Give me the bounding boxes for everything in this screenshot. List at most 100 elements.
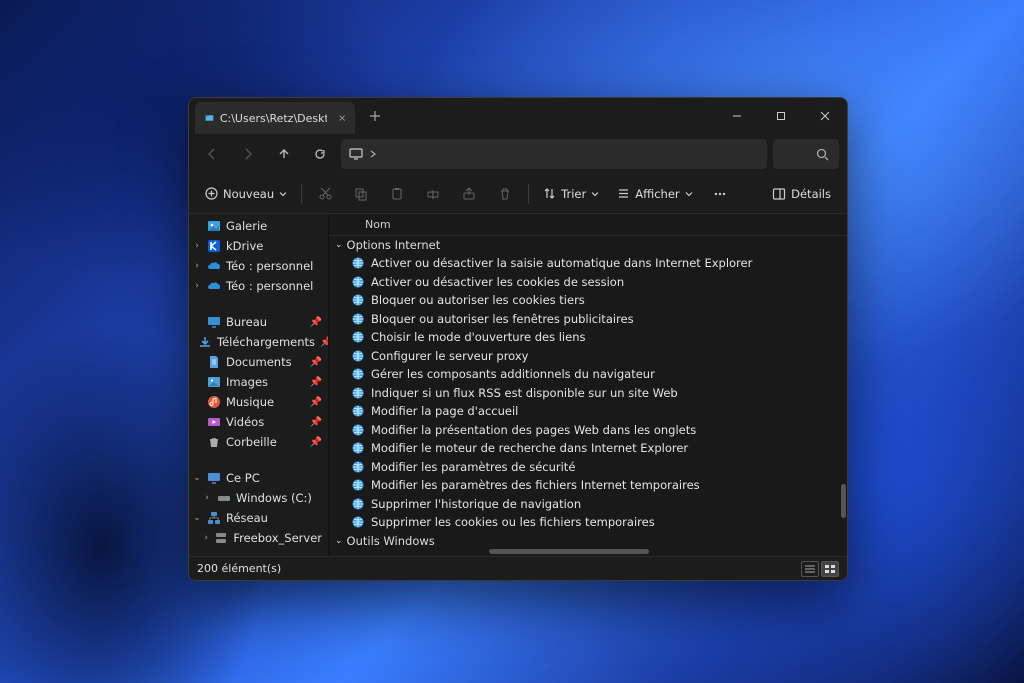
refresh-button[interactable] [305,139,335,169]
sidebar-item-teo-1[interactable]: ›Téo : personnel [189,256,328,276]
view-list-button[interactable] [801,561,819,577]
sidebar-item-downloads[interactable]: Téléchargements📌 [189,332,328,352]
chevron-right-icon [369,150,377,158]
list-item[interactable]: Choisir le mode d'ouverture des liens [329,328,847,347]
sidebar-item-documents[interactable]: Documents📌 [189,352,328,372]
internet-options-icon [351,256,365,270]
list-item[interactable]: Activer ou désactiver les cookies de ses… [329,273,847,292]
download-icon [198,335,212,349]
search-icon [816,148,829,161]
new-tab-button[interactable] [361,102,389,130]
list-item[interactable]: Supprimer l'historique de navigation [329,495,847,514]
sidebar-item-drive-c[interactable]: ›Windows (C:) [189,488,328,508]
group-header[interactable]: ⌄Outils Windows [329,532,847,549]
view-grid-button[interactable] [821,561,839,577]
vertical-scrollbar-thumb[interactable] [841,484,846,518]
delete-button[interactable] [488,179,522,209]
sidebar-item-videos[interactable]: Vidéos📌 [189,412,328,432]
active-tab[interactable]: C:\Users\Retz\Desktop\GodM… [195,102,355,134]
sidebar-item-desktop[interactable]: Bureau📌 [189,312,328,332]
sidebar-item-gallery[interactable]: Galerie [189,216,328,236]
pin-icon: 📌 [320,337,329,348]
list-item[interactable]: Supprimer les cookies ou les fichiers te… [329,513,847,532]
close-tab-icon[interactable] [339,113,345,123]
list-item[interactable]: Bloquer ou autoriser les fenêtres public… [329,310,847,329]
details-pane-button[interactable]: Détails [764,179,839,209]
gallery-icon [207,219,221,233]
maximize-button[interactable] [759,101,803,131]
list-item[interactable]: Indiquer si un flux RSS est disponible s… [329,384,847,403]
list-item[interactable]: Modifier le moteur de recherche dans Int… [329,439,847,458]
internet-options-icon [351,349,365,363]
sort-label: Trier [561,187,586,201]
minimize-button[interactable] [715,101,759,131]
group-header[interactable]: ⌄Options Internet [329,236,847,254]
sidebar-item-thispc[interactable]: ⌄Ce PC [189,468,328,488]
drive-icon [217,491,231,505]
sidebar-item-freebox[interactable]: ›Freebox_Server [189,528,328,548]
internet-options-icon [351,423,365,437]
address-bar[interactable] [341,139,767,169]
rename-button[interactable] [416,179,450,209]
share-button[interactable] [452,179,486,209]
list-item[interactable]: Modifier les paramètres des fichiers Int… [329,476,847,495]
list-item[interactable]: Modifier les paramètres de sécurité [329,458,847,477]
internet-options-icon [351,312,365,326]
list-item[interactable]: Activer ou désactiver la saisie automati… [329,254,847,273]
new-label: Nouveau [223,187,274,201]
new-button[interactable]: Nouveau [197,179,295,209]
window-controls [715,101,847,131]
plus-icon [369,110,381,122]
list-item[interactable]: Modifier la présentation des pages Web d… [329,421,847,440]
back-button[interactable] [197,139,227,169]
close-button[interactable] [803,101,847,131]
view-button[interactable]: Afficher [609,179,700,209]
scrollbar-thumb[interactable] [489,549,649,554]
document-icon [207,355,221,369]
item-count: 200 élément(s) [197,562,281,575]
sidebar-item-network[interactable]: ⌄Réseau [189,508,328,528]
list-item[interactable]: Configurer le serveur proxy [329,347,847,366]
sidebar-item-teo-2[interactable]: ›Téo : personnel [189,276,328,296]
kdrive-icon [207,239,221,253]
copy-button[interactable] [344,179,378,209]
view-label: Afficher [635,187,679,201]
new-icon [205,187,218,200]
horizontal-scrollbar[interactable] [329,548,847,556]
sidebar-item-kdrive[interactable]: ›kDrive [189,236,328,256]
forward-button[interactable] [233,139,263,169]
pictures-icon [207,375,221,389]
details-label: Détails [791,187,831,201]
pin-icon: 📌 [310,437,322,448]
sidebar-item-pictures[interactable]: Images📌 [189,372,328,392]
separator [528,184,529,204]
sidebar-item-music[interactable]: Musique📌 [189,392,328,412]
list-item[interactable]: Gérer les composants additionnels du nav… [329,365,847,384]
copy-icon [354,187,368,201]
navigation-pane: Galerie ›kDrive ›Téo : personnel ›Téo : … [189,214,329,556]
file-pane: Nom ⌄Options InternetActiver ou désactiv… [329,214,847,556]
desktop-icon [207,315,221,329]
column-header[interactable]: Nom [329,214,847,236]
trash-icon [498,187,512,201]
file-list[interactable]: ⌄Options InternetActiver ou désactiver l… [329,236,847,548]
chevron-down-icon [685,190,693,198]
list-item[interactable]: Modifier la page d'accueil [329,402,847,421]
list-item[interactable]: Bloquer ou autoriser les cookies tiers [329,291,847,310]
sidebar-item-trash[interactable]: Corbeille📌 [189,432,328,452]
monitor-icon [349,147,363,161]
sort-button[interactable]: Trier [535,179,607,209]
more-button[interactable] [703,179,737,209]
video-icon [207,415,221,429]
internet-options-icon [351,478,365,492]
internet-options-icon [351,330,365,344]
list-icon [617,187,630,200]
sort-icon [543,187,556,200]
up-button[interactable] [269,139,299,169]
search-box[interactable] [773,139,839,169]
pin-icon: 📌 [310,317,322,328]
cut-button[interactable] [308,179,342,209]
chevron-down-icon: ⌄ [335,536,343,546]
trash-icon [207,435,221,449]
paste-button[interactable] [380,179,414,209]
